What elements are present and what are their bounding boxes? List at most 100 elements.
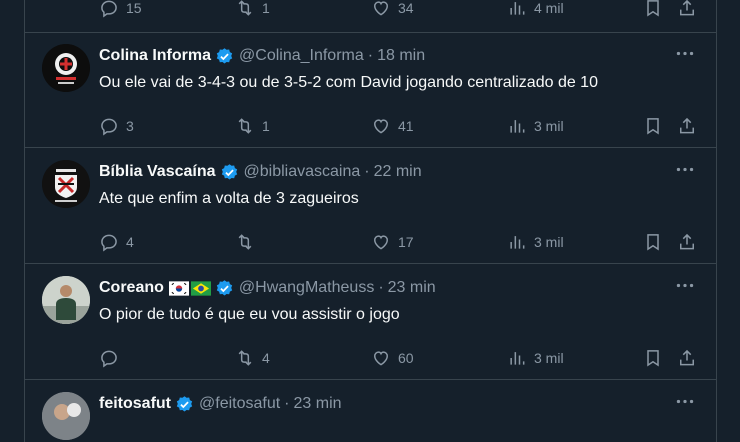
retweet-icon — [238, 118, 252, 134]
user-photo-icon — [42, 276, 90, 324]
bookmark-button[interactable] — [643, 0, 663, 23]
display-name[interactable]: Colina Informa — [99, 47, 211, 65]
views-count: 3 mil — [534, 234, 564, 250]
heart-icon — [373, 119, 389, 134]
verified-badge-icon — [216, 47, 233, 64]
reply-icon — [101, 0, 117, 18]
retweet-icon — [238, 234, 252, 250]
separator-dot: · — [378, 279, 384, 296]
retweet-count: 1 — [262, 118, 270, 134]
like-button[interactable]: 60 — [371, 346, 414, 370]
like-count: 34 — [398, 0, 414, 16]
tweet-actions: 3 1 41 3 mil — [99, 114, 696, 138]
colina-logo-icon — [42, 44, 90, 92]
ellipsis-icon — [676, 399, 694, 403]
timestamp[interactable]: 22 min — [374, 163, 422, 181]
tweet[interactable]: feitosafut @feitosafut · 23 min — [25, 380, 716, 440]
reply-button[interactable]: 3 — [99, 114, 134, 138]
share-button[interactable] — [677, 348, 697, 373]
separator-dot: · — [284, 395, 290, 412]
verified-badge-icon — [216, 279, 233, 296]
tweet-actions: 15 1 34 4 mil — [99, 0, 696, 20]
tweet-header: Colina Informa @Colina_Informa · 18 min — [99, 46, 425, 66]
display-name[interactable]: Coreano — [99, 279, 164, 297]
user-photo-icon — [42, 392, 90, 440]
views-icon — [510, 120, 525, 133]
ellipsis-icon — [676, 283, 694, 287]
separator-dot: · — [364, 163, 370, 180]
user-handle[interactable]: @Colina_Informa — [239, 47, 364, 65]
views-count: 4 mil — [534, 0, 564, 16]
bookmark-button[interactable] — [643, 232, 663, 257]
like-button[interactable]: 41 — [371, 114, 414, 138]
timestamp[interactable]: 23 min — [388, 279, 436, 297]
bookmark-button[interactable] — [643, 116, 663, 141]
retweet-button[interactable]: 4 — [235, 346, 270, 370]
display-name[interactable]: Bíblia Vascaína — [99, 163, 216, 181]
like-count: 41 — [398, 118, 414, 134]
tweet-text: Ate que enfim a volta de 3 zagueiros — [99, 190, 359, 207]
tweet-header: Coreano @HwangMatheuss · 23 min — [99, 278, 436, 298]
views-count: 3 mil — [534, 118, 564, 134]
bookmark-button[interactable] — [643, 348, 663, 373]
share-icon — [680, 233, 694, 250]
share-button[interactable] — [677, 0, 697, 23]
ellipsis-icon — [676, 167, 694, 171]
like-button[interactable]: 34 — [371, 0, 414, 20]
views-icon — [510, 352, 525, 365]
reply-icon — [101, 118, 117, 136]
avatar[interactable] — [42, 160, 90, 208]
avatar[interactable] — [42, 276, 90, 324]
user-handle[interactable]: @bibliavascaina — [244, 163, 361, 181]
heart-icon — [373, 351, 389, 366]
tweet[interactable]: Bíblia Vascaína @bibliavascaina · 22 min… — [25, 148, 716, 264]
views-button[interactable]: 3 mil — [507, 346, 564, 370]
flags — [168, 280, 211, 296]
share-button[interactable] — [677, 116, 697, 141]
timestamp[interactable]: 18 min — [377, 47, 425, 65]
share-icon — [680, 117, 694, 134]
like-button[interactable]: 17 — [371, 230, 414, 254]
tweet[interactable]: 15 1 34 4 mil — [25, 0, 716, 33]
tweet-text: Ou ele vai de 3-4-3 ou de 3-5-2 com Davi… — [99, 74, 598, 91]
reply-count: 3 — [126, 118, 134, 134]
tweet[interactable]: Coreano @HwangMatheuss · 23 min O pior d… — [25, 264, 716, 380]
more-options-button[interactable] — [674, 44, 696, 62]
user-handle[interactable]: @feitosafut — [199, 395, 280, 413]
tweet[interactable]: Colina Informa @Colina_Informa · 18 min … — [25, 32, 716, 148]
bookmark-icon — [647, 118, 659, 135]
timeline: 15 1 34 4 mil Colina Informa @Colina_Inf… — [24, 0, 717, 442]
vasco-logo-icon — [42, 160, 90, 208]
reply-button[interactable]: 15 — [99, 0, 142, 20]
share-icon — [680, 349, 694, 366]
timestamp[interactable]: 23 min — [294, 395, 342, 413]
tweet-header: feitosafut @feitosafut · 23 min — [99, 394, 342, 414]
reply-icon — [101, 350, 117, 368]
display-name[interactable]: feitosafut — [99, 395, 171, 413]
avatar[interactable] — [42, 392, 90, 440]
retweet-button[interactable]: 1 — [235, 114, 270, 138]
user-handle[interactable]: @HwangMatheuss — [239, 279, 374, 297]
south-korea-flag-icon — [168, 280, 189, 296]
tweet-actions: 4 17 3 mil — [99, 230, 696, 254]
avatar[interactable] — [42, 44, 90, 92]
tweet-text: O pior de tudo é que eu vou assistir o j… — [99, 306, 400, 323]
more-options-button[interactable] — [674, 392, 696, 410]
views-button[interactable]: 4 mil — [507, 0, 564, 20]
views-button[interactable]: 3 mil — [507, 230, 564, 254]
more-options-button[interactable] — [674, 160, 696, 178]
reply-icon — [101, 234, 117, 252]
reply-button[interactable] — [99, 346, 126, 370]
heart-icon — [373, 1, 389, 16]
like-count: 17 — [398, 234, 414, 250]
more-options-button[interactable] — [674, 276, 696, 294]
reply-count: 4 — [126, 234, 134, 250]
views-button[interactable]: 3 mil — [507, 114, 564, 138]
share-button[interactable] — [677, 232, 697, 257]
retweet-button[interactable]: 1 — [235, 0, 270, 20]
retweet-count: 1 — [262, 0, 270, 16]
reply-button[interactable]: 4 — [99, 230, 134, 254]
retweet-button[interactable] — [235, 230, 262, 254]
verified-badge-icon — [221, 163, 237, 180]
bookmark-icon — [647, 350, 659, 367]
